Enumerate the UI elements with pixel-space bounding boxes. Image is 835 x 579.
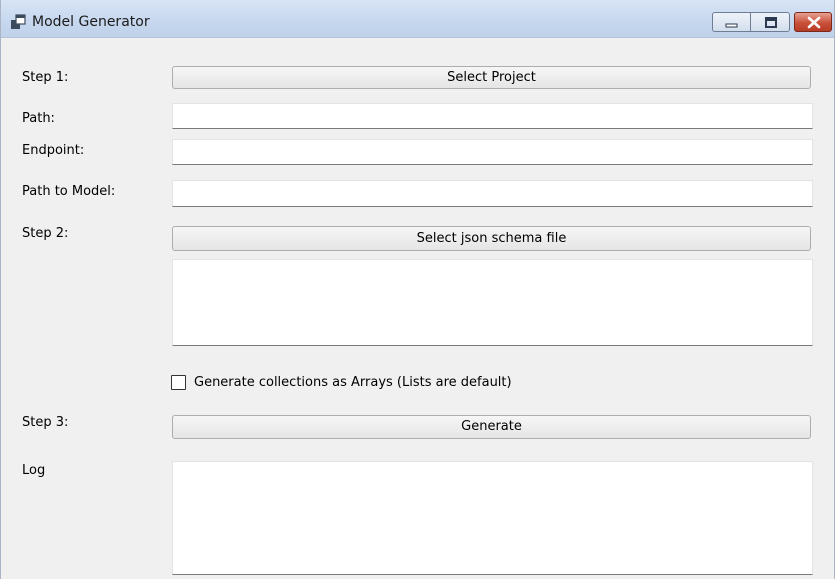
model-generator-window: Model Generator Step 1: Select Project P… xyxy=(0,0,835,579)
step1-label: Step 1: xyxy=(22,70,69,85)
endpoint-input[interactable] xyxy=(172,139,813,165)
path-label: Path: xyxy=(22,111,55,126)
minimize-icon xyxy=(725,23,738,28)
generate-button[interactable]: Generate xyxy=(172,415,811,439)
arrays-checkbox[interactable] xyxy=(171,375,186,390)
title-bar[interactable]: Model Generator xyxy=(1,0,834,38)
path-input[interactable] xyxy=(172,103,813,129)
path-to-model-input[interactable] xyxy=(172,180,813,207)
select-json-schema-button[interactable]: Select json schema file xyxy=(172,226,811,251)
close-icon xyxy=(807,16,821,29)
arrays-checkbox-label[interactable]: Generate collections as Arrays (Lists ar… xyxy=(194,375,512,390)
maximize-button[interactable] xyxy=(750,12,790,32)
window-title: Model Generator xyxy=(32,14,150,30)
path-to-model-label: Path to Model: xyxy=(22,184,116,199)
minimize-button[interactable] xyxy=(712,12,750,32)
maximize-icon xyxy=(765,17,777,28)
select-project-button[interactable]: Select Project xyxy=(172,66,811,89)
schema-textarea[interactable] xyxy=(172,259,813,346)
step3-label: Step 3: xyxy=(22,415,69,430)
step2-label: Step 2: xyxy=(22,226,69,241)
log-label: Log xyxy=(22,463,46,478)
close-button[interactable] xyxy=(794,12,832,32)
endpoint-label: Endpoint: xyxy=(22,143,85,158)
app-window-icon xyxy=(10,14,26,30)
log-textarea[interactable] xyxy=(172,461,813,575)
